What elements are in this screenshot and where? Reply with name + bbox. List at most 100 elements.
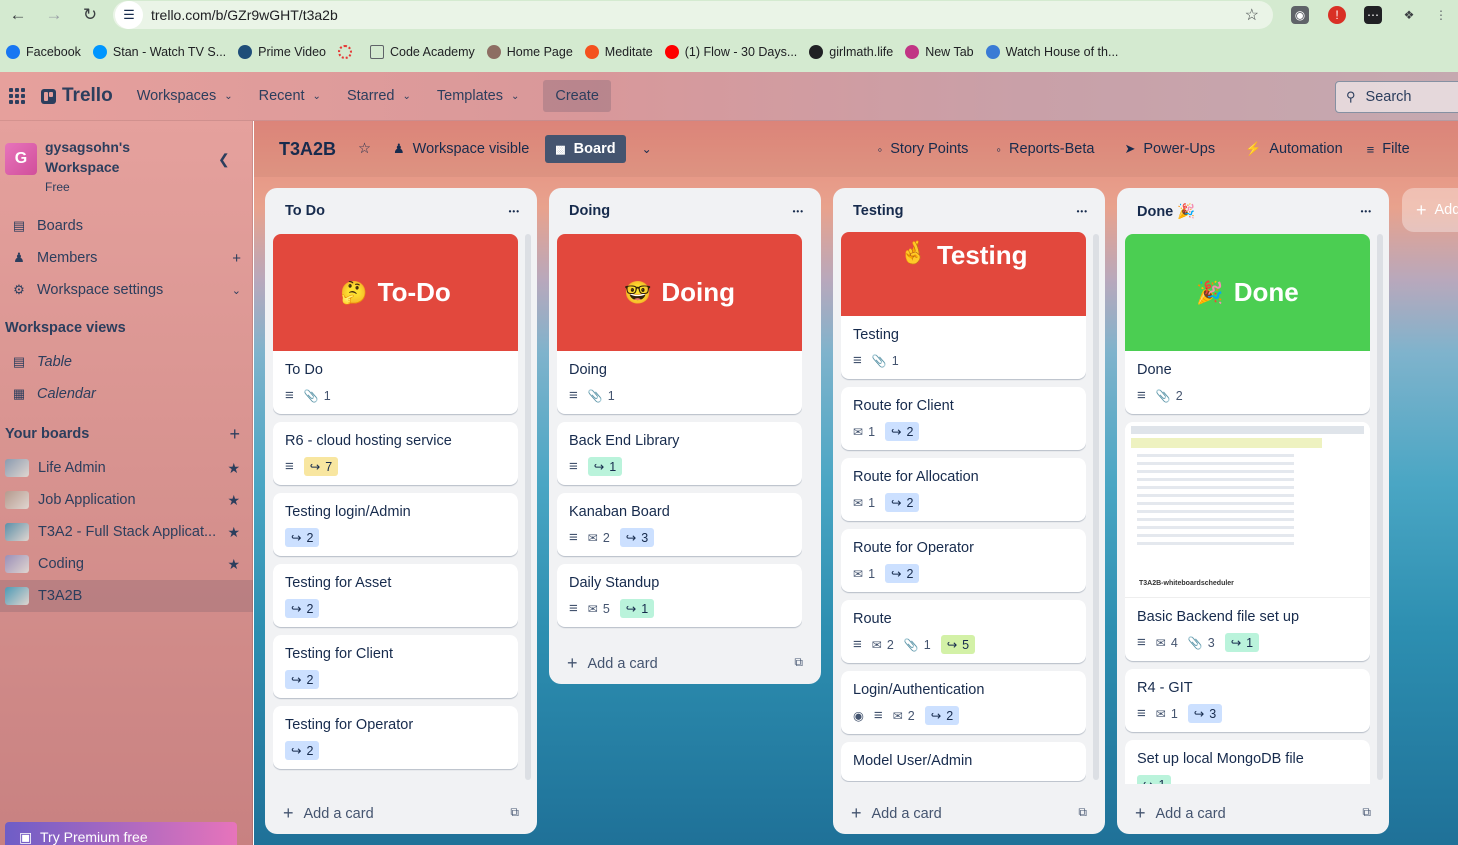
- card[interactable]: Route for Client ✉ 1 ↪ 2: [841, 387, 1086, 450]
- bookmark-item[interactable]: [338, 45, 358, 59]
- card-title[interactable]: Testing login/Admin: [273, 493, 518, 522]
- site-info-icon[interactable]: ☰: [115, 1, 143, 29]
- card-title[interactable]: Route for Allocation: [841, 458, 1086, 487]
- view-switcher-chevron-icon[interactable]: ⌄: [642, 142, 652, 156]
- add-card-button[interactable]: + Add a card: [283, 803, 374, 824]
- sidebar-board-item[interactable]: T3A2B: [0, 580, 253, 612]
- card-title[interactable]: Route: [841, 600, 1086, 629]
- list-scrollbar[interactable]: [525, 234, 531, 780]
- workspace-header[interactable]: G gysagsohn's Workspace Free: [5, 137, 130, 197]
- bookmark-item[interactable]: Prime Video: [238, 45, 326, 59]
- card[interactable]: Kanaban Board ≡ ✉ 2 ↪ 3: [557, 493, 802, 556]
- bookmark-item[interactable]: Watch House of th...: [985, 45, 1118, 59]
- menu-workspaces[interactable]: Workspaces ⌄: [137, 88, 233, 104]
- card[interactable]: 🤓 Doing Doing ≡ 📎 1: [557, 234, 802, 414]
- card-title[interactable]: Model User/Admin: [841, 742, 1086, 771]
- card-title[interactable]: Done: [1125, 351, 1370, 380]
- url-text[interactable]: trello.com/b/GZr9wGHT/t3a2b: [151, 7, 338, 23]
- extension-icon[interactable]: ◉: [1291, 6, 1309, 24]
- card-title[interactable]: Set up local MongoDB file: [1125, 740, 1370, 769]
- sidebar-board-item[interactable]: T3A2 - Full Stack Applicat... ★: [0, 516, 253, 548]
- card-title[interactable]: Route for Client: [841, 387, 1086, 416]
- reload-icon[interactable]: ↻: [72, 0, 108, 30]
- list-title[interactable]: Testing: [853, 203, 903, 219]
- card-title[interactable]: To Do: [273, 351, 518, 380]
- list-menu-icon[interactable]: •••: [509, 207, 520, 216]
- reports-beta-button[interactable]: ◦ Reports-Beta: [996, 141, 1094, 157]
- forward-icon[interactable]: →: [36, 0, 72, 30]
- card[interactable]: Model User/Admin: [841, 742, 1086, 781]
- card-title[interactable]: R6 - cloud hosting service: [273, 422, 518, 451]
- card-title[interactable]: Login/Authentication: [841, 671, 1086, 700]
- list-header[interactable]: To Do •••: [265, 188, 537, 234]
- card-template-icon[interactable]: ⧉: [510, 805, 519, 820]
- try-premium-button[interactable]: ▣ Try Premium free: [5, 822, 237, 845]
- bookmark-item[interactable]: girlmath.life: [809, 45, 893, 59]
- star-icon[interactable]: ★: [227, 556, 240, 573]
- extension-icon-2[interactable]: ⋯: [1364, 6, 1382, 24]
- list-scrollbar[interactable]: [1377, 234, 1383, 780]
- bookmark-item[interactable]: New Tab: [905, 45, 974, 59]
- bookmark-star-icon[interactable]: ☆: [1245, 5, 1259, 25]
- power-ups-button[interactable]: ➤ Power-Ups: [1124, 141, 1215, 157]
- card[interactable]: Route for Operator ✉ 1 ↪ 2: [841, 529, 1086, 592]
- card-title[interactable]: R4 - GIT: [1125, 669, 1370, 698]
- add-list-button[interactable]: + Add: [1402, 188, 1458, 232]
- bookmark-item[interactable]: Code Academy: [370, 45, 475, 59]
- list-header[interactable]: Testing •••: [833, 188, 1105, 234]
- trello-logo[interactable]: Trello: [41, 85, 113, 107]
- list-header[interactable]: Doing •••: [549, 188, 821, 234]
- card[interactable]: R4 - GIT ≡ ✉ 1 ↪ 3: [1125, 669, 1370, 732]
- sidebar-item-members[interactable]: ♟ Members +: [0, 242, 253, 274]
- chevron-down-icon[interactable]: ⌄: [232, 284, 241, 297]
- automation-button[interactable]: ⚡ Automation: [1245, 141, 1343, 157]
- create-button[interactable]: Create: [543, 80, 611, 112]
- sidebar-board-item[interactable]: Life Admin ★: [0, 452, 253, 484]
- puzzle-icon[interactable]: ❖: [1400, 6, 1418, 24]
- sidebar-board-item[interactable]: Coding ★: [0, 548, 253, 580]
- card-title[interactable]: Testing for Asset: [273, 564, 518, 593]
- board-title[interactable]: T3A2B: [279, 139, 336, 160]
- star-icon[interactable]: ★: [227, 460, 240, 477]
- sidebar-item-calendar[interactable]: ▦ Calendar: [0, 378, 253, 410]
- sidebar-item-boards[interactable]: ▤ Boards: [0, 210, 253, 242]
- filter-button[interactable]: ≡ Filte: [1367, 141, 1410, 157]
- card[interactable]: Daily Standup ≡ ✉ 5 ↪ 1: [557, 564, 802, 627]
- card-template-icon[interactable]: ⧉: [1078, 805, 1087, 820]
- star-board-icon[interactable]: ☆: [358, 141, 371, 157]
- card-template-icon[interactable]: ⧉: [794, 655, 803, 670]
- card-title[interactable]: Back End Library: [557, 422, 802, 451]
- search-input[interactable]: ⚲ Search: [1335, 81, 1458, 113]
- card[interactable]: Login/Authentication ◉ ≡ ✉ 2 ↪ 2: [841, 671, 1086, 734]
- add-card-button[interactable]: + Add a card: [1135, 803, 1226, 824]
- back-icon[interactable]: ←: [0, 0, 36, 30]
- bookmark-item[interactable]: Meditate: [584, 45, 653, 59]
- add-member-icon[interactable]: +: [232, 250, 241, 267]
- sidebar-item-settings[interactable]: ⚙ Workspace settings ⌄: [0, 274, 253, 306]
- bookmark-item[interactable]: (1) Flow - 30 Days...: [664, 45, 797, 59]
- list-title[interactable]: To Do: [285, 203, 325, 219]
- bookmark-item[interactable]: Home Page: [486, 45, 573, 59]
- list-menu-icon[interactable]: •••: [1361, 207, 1372, 216]
- card-template-icon[interactable]: ⧉: [1362, 805, 1371, 820]
- address-bar[interactable]: ☰ trello.com/b/GZr9wGHT/t3a2b ☆: [113, 1, 1273, 29]
- sidebar-board-item[interactable]: Job Application ★: [0, 484, 253, 516]
- card[interactable]: Testing login/Admin ↪ 2: [273, 493, 518, 556]
- add-card-button[interactable]: + Add a card: [567, 653, 658, 674]
- card-title[interactable]: Daily Standup: [557, 564, 802, 593]
- card[interactable]: Back End Library ≡ ↪ 1: [557, 422, 802, 485]
- story-points-button[interactable]: ◦ Story Points: [878, 141, 969, 157]
- star-icon[interactable]: ★: [227, 492, 240, 509]
- list-menu-icon[interactable]: •••: [793, 207, 804, 216]
- card[interactable]: Route for Allocation ✉ 1 ↪ 2: [841, 458, 1086, 521]
- list-menu-icon[interactable]: •••: [1077, 207, 1088, 216]
- card[interactable]: Testing for Client ↪ 2: [273, 635, 518, 698]
- add-board-icon[interactable]: +: [212, 418, 252, 450]
- add-card-button[interactable]: + Add a card: [851, 803, 942, 824]
- app-switcher-icon[interactable]: [9, 88, 25, 104]
- menu-starred[interactable]: Starred ⌄: [347, 88, 411, 104]
- visibility-button[interactable]: ♟ Workspace visible: [393, 141, 529, 157]
- sidebar-item-table[interactable]: ▤ Table: [0, 346, 253, 378]
- menu-recent[interactable]: Recent ⌄: [259, 88, 321, 104]
- card[interactable]: T3A2B-whiteboardscheduler Basic Backend f…: [1125, 422, 1370, 661]
